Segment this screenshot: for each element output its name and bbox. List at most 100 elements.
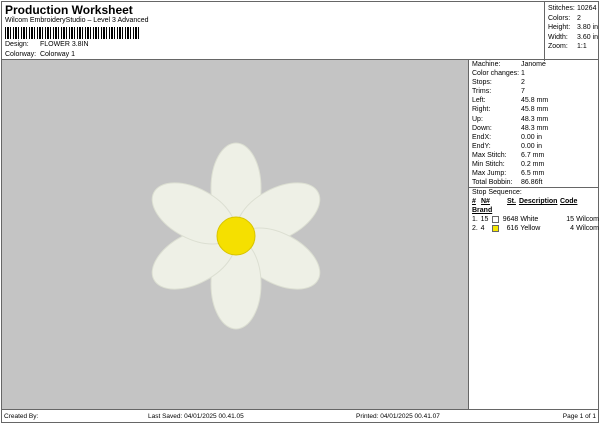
info-label: Down: <box>472 124 492 132</box>
stat-label: Stitches: <box>548 5 575 12</box>
stat-row: Colors: 2 <box>548 14 600 24</box>
info-value: 7 <box>521 88 525 96</box>
created-by: Created By: <box>4 413 39 420</box>
stats-box: Stitches: 10264 Colors: 2 Height: 3.80 in W… <box>544 2 600 61</box>
stop-index: 2. <box>472 225 478 233</box>
colorway-row: Colorway: Colorway 1 <box>5 51 75 58</box>
col-brand: Brand <box>472 207 493 215</box>
stop-stitches: 616 <box>506 225 519 233</box>
stop-number: 15 <box>480 216 489 224</box>
flower-center <box>216 216 256 256</box>
info-row: EndX: 0.00 in <box>472 133 599 142</box>
info-label: Color changes: <box>472 70 520 78</box>
stat-value: 10264 <box>577 5 597 12</box>
info-value: 48.3 mm <box>521 124 549 132</box>
footer: Created By: Last Saved: 04/01/2025 00.41… <box>1 409 599 423</box>
col-description: Description <box>518 198 558 206</box>
color-swatch <box>492 216 500 224</box>
flower-design <box>151 142 321 330</box>
stop-row: 1. 15 9648 White 15 Wilcom <box>472 215 599 224</box>
machine-info: Machine: Janome Color changes: 1 Stops: 2 Trim… <box>469 60 599 187</box>
info-row: Max Stitch: 6.7 mm <box>472 151 599 160</box>
stat-value: 1:1 <box>577 43 587 51</box>
stop-number: 4 <box>480 225 485 233</box>
stop-brand: Wilcom <box>576 216 600 224</box>
stop-sequence-header: # N# St. Description Code Brand <box>472 197 599 215</box>
stat-label: Colors: <box>548 14 571 22</box>
colorway-value: Colorway 1 <box>39 51 75 58</box>
info-row: Machine: Janome <box>472 60 599 69</box>
info-label: EndY: <box>472 142 491 150</box>
last-saved: Last Saved: 04/01/2025 00.41.05 <box>148 413 244 420</box>
software-subtitle: Wilcom EmbroideryStudio – Level 3 Advanc… <box>5 17 149 24</box>
info-label: Machine: <box>472 61 501 68</box>
col-number: N# <box>481 198 490 206</box>
stop-code: 4 <box>570 225 575 233</box>
stat-value: 2 <box>577 14 581 22</box>
info-label: Max Stitch: <box>472 151 507 159</box>
stat-value: 3.80 in <box>577 24 599 32</box>
info-row: Down: 48.3 mm <box>472 124 599 133</box>
info-label: EndX: <box>472 133 492 141</box>
info-row: Left: 45.8 mm <box>472 96 599 105</box>
stop-index: 1. <box>472 216 478 224</box>
info-value: 1 <box>521 70 525 78</box>
info-row: Total Bobbin: 86.86ft <box>472 178 599 187</box>
info-value: 6.7 mm <box>521 151 545 159</box>
info-row: Up: 48.3 mm <box>472 115 599 124</box>
info-label: Stops: <box>472 79 492 87</box>
info-row: Color changes: 1 <box>472 69 599 78</box>
colorway-label: Colorway: <box>5 51 37 58</box>
info-value: 86.86ft <box>521 179 543 187</box>
stop-sequence: Stop Sequence: # N# St. Description Code Bra… <box>469 187 599 233</box>
col-index: # <box>472 198 476 206</box>
info-label: Left: <box>472 97 486 105</box>
info-value: 45.8 mm <box>521 106 549 114</box>
info-value: 48.3 mm <box>521 115 549 123</box>
design-row: Design: FLOWER 3.8IN <box>5 41 89 48</box>
printed-date: Printed: 04/01/2025 00.41.07 <box>356 413 440 420</box>
info-label: Total Bobbin: <box>472 179 513 187</box>
design-preview <box>2 60 468 409</box>
info-value: 0.2 mm <box>521 161 545 169</box>
info-label: Max Jump: <box>472 170 507 178</box>
stat-row: Width: 3.60 in <box>548 33 600 43</box>
barcode <box>5 27 141 39</box>
info-value: 45.8 mm <box>521 97 549 105</box>
stop-brand: Wilcom <box>576 225 600 233</box>
info-row: EndY: 0.00 in <box>472 142 599 151</box>
info-row: Trims: 7 <box>472 87 599 96</box>
stat-row: Height: 3.80 in <box>548 23 600 33</box>
info-value: 6.5 mm <box>521 170 545 178</box>
stat-value: 3.60 in <box>577 33 599 41</box>
info-value: 2 <box>521 79 525 87</box>
stop-code: 15 <box>566 216 575 224</box>
info-row: Min Stitch: 0.2 mm <box>472 160 599 169</box>
info-value: 0.00 in <box>521 133 543 141</box>
stat-row: Stitches: 10264 <box>548 4 600 14</box>
stop-description: Yellow <box>520 225 541 233</box>
page-number: Page 1 of 1 <box>562 413 596 420</box>
design-label: Design: <box>5 41 29 48</box>
design-value: FLOWER 3.8IN <box>39 41 89 48</box>
info-row: Max Jump: 6.5 mm <box>472 169 599 178</box>
col-code: Code <box>559 198 578 206</box>
header: Production Worksheet Wilcom EmbroiderySt… <box>1 1 600 61</box>
info-value: Janome <box>521 61 546 68</box>
stat-label: Width: <box>548 33 568 41</box>
col-stitches: St. <box>507 198 516 206</box>
stop-row: 2. 4 616 Yellow 4 Wilcom <box>472 224 599 233</box>
info-label: Right: <box>472 106 491 114</box>
stop-sequence-title: Stop Sequence: <box>472 189 522 197</box>
info-label: Min Stitch: <box>472 161 505 169</box>
stop-description: White <box>520 216 539 224</box>
info-row: Stops: 2 <box>472 78 599 87</box>
stat-label: Height: <box>548 24 571 32</box>
stop-stitches: 9648 <box>502 216 519 224</box>
stat-label: Zoom: <box>548 43 568 51</box>
stat-row: Zoom: 1:1 <box>548 42 600 52</box>
info-panel: Machine: Janome Color changes: 1 Stops: 2 Trim… <box>468 60 599 409</box>
info-value: 0.00 in <box>521 142 543 150</box>
color-swatch <box>492 225 500 233</box>
info-label: Up: <box>472 115 483 123</box>
